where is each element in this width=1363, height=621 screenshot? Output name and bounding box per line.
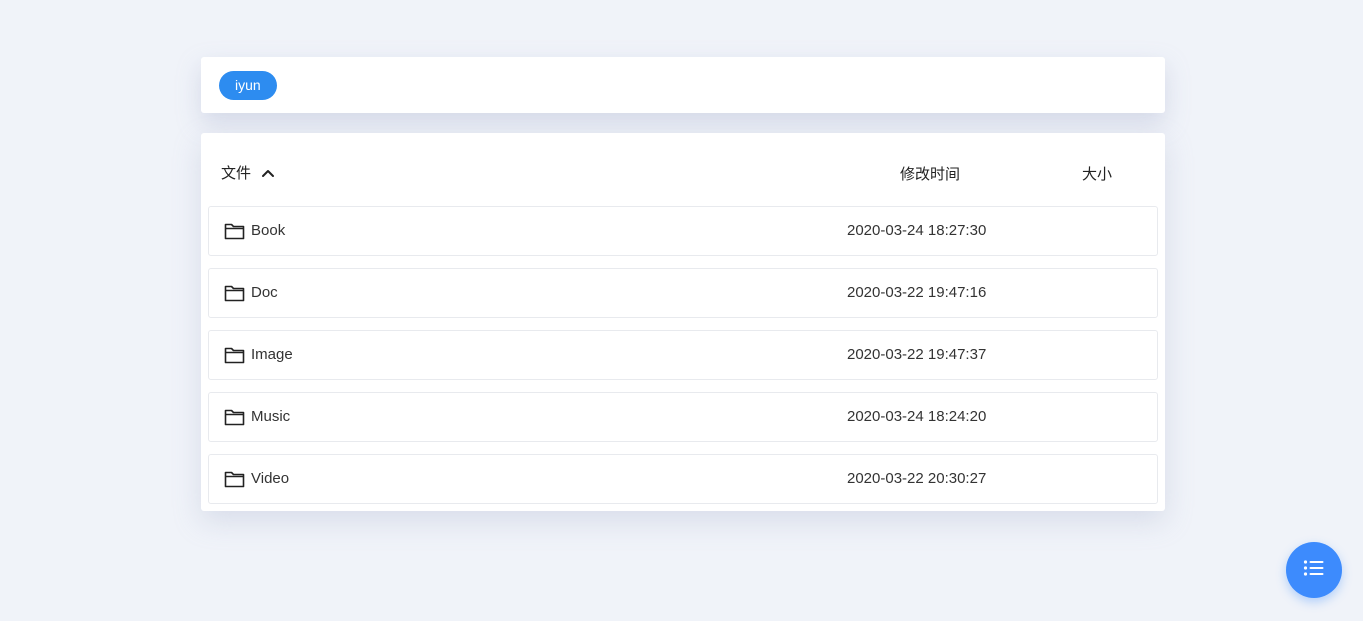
file-modified-time: 2020-03-22 19:47:16: [847, 284, 987, 301]
folder-icon: [224, 408, 245, 426]
table-row[interactable]: Video 2020-03-22 20:30:27: [208, 454, 1158, 504]
file-name: Image: [251, 346, 293, 363]
table-row[interactable]: Image 2020-03-22 19:47:37: [208, 330, 1158, 380]
table-header: 文件 修改时间 大小: [201, 133, 1165, 206]
table-row[interactable]: Music 2020-03-24 18:24:20: [208, 392, 1158, 442]
column-header-name[interactable]: 文件: [221, 162, 275, 183]
file-list: Book 2020-03-24 18:27:30 Doc 2020-03-22 …: [208, 206, 1158, 516]
folder-icon: [224, 346, 245, 364]
file-modified-time: 2020-03-22 20:30:27: [847, 470, 987, 487]
file-modified-time: 2020-03-22 19:47:37: [847, 346, 987, 363]
file-modified-time: 2020-03-24 18:24:20: [847, 408, 987, 425]
breadcrumb: iyun: [201, 57, 1165, 113]
file-name: Doc: [251, 284, 278, 301]
column-header-modified[interactable]: 修改时间: [900, 163, 960, 184]
menu-fab-button[interactable]: [1286, 542, 1342, 598]
file-name: Book: [251, 222, 286, 239]
table-row[interactable]: Book 2020-03-24 18:27:30: [208, 206, 1158, 256]
chevron-up-icon: [261, 166, 275, 180]
folder-icon: [224, 284, 245, 302]
file-name: Music: [251, 408, 291, 425]
file-name: Video: [251, 470, 290, 487]
list-icon: [1303, 559, 1325, 582]
file-list-panel: 文件 修改时间 大小 Book 2020-03-24 18:27:30 Doc …: [201, 133, 1165, 511]
table-row[interactable]: Doc 2020-03-22 19:47:16: [208, 268, 1158, 318]
column-header-name-label: 文件: [221, 165, 252, 182]
file-modified-time: 2020-03-24 18:27:30: [847, 222, 987, 239]
breadcrumb-item-iyun[interactable]: iyun: [219, 71, 277, 100]
column-header-size[interactable]: 大小: [1082, 163, 1112, 184]
folder-icon: [224, 222, 245, 240]
folder-icon: [224, 470, 245, 488]
